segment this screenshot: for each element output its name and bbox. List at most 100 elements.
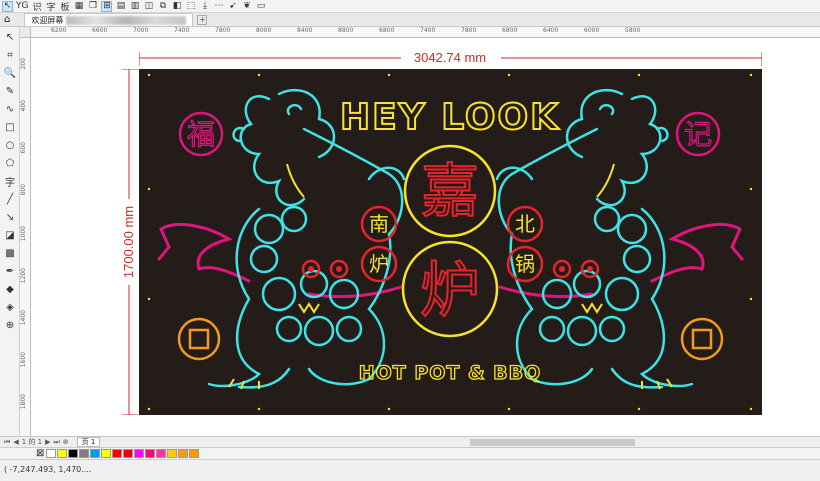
- frame-icon[interactable]: ⬚: [185, 1, 196, 12]
- cursor-coordinates: ( -7,247.493, 1,470....: [4, 465, 92, 474]
- right-bottom-char: 锅: [515, 252, 535, 276]
- center-top-char: 嘉: [421, 157, 479, 225]
- ruler-tick-label: 1600: [20, 352, 27, 368]
- page-navigation-bar: ⏮ ◀ 1 的 1 ▶ ⏭ ⊕ 页 1: [0, 436, 820, 447]
- add-page-button[interactable]: ⊕: [63, 438, 69, 446]
- right-lion-eyes: [552, 259, 600, 279]
- color-swatch[interactable]: [101, 449, 112, 458]
- color-swatch[interactable]: [178, 449, 189, 458]
- copy-icon[interactable]: ❐: [87, 1, 98, 12]
- text-char-1[interactable]: 识: [31, 1, 42, 13]
- next-page-button[interactable]: ▶: [45, 438, 50, 446]
- dots-icon[interactable]: ⋯: [213, 1, 224, 12]
- align-icon[interactable]: ▤: [115, 1, 126, 12]
- export-icon[interactable]: ⤓: [199, 1, 210, 12]
- text-char-3[interactable]: 板: [59, 1, 70, 13]
- right-seal: 记: [675, 111, 721, 157]
- horizontal-ruler[interactable]: 6200 6600 7000 7400 7800 8000 8400 8800 6800 7400…: [31, 27, 820, 38]
- polygon-tool-icon[interactable]: ⬠: [1, 155, 19, 171]
- fill-tool-icon[interactable]: ◆: [1, 281, 19, 297]
- color-swatch[interactable]: [145, 449, 156, 458]
- group-icon[interactable]: ◫: [143, 1, 154, 12]
- text-tool-icon[interactable]: 字: [1, 173, 19, 189]
- pick-tool-button[interactable]: ↖: [2, 0, 13, 12]
- center-bottom-char: 炉: [420, 256, 480, 326]
- ruler-tick-label: 1000: [20, 226, 27, 242]
- ruler-tick-label: 6800: [502, 27, 518, 34]
- ruler-tick-label: 7000: [133, 27, 149, 34]
- height-dimension[interactable]: 1700.00 mm: [118, 69, 138, 415]
- last-page-button[interactable]: ⏭: [53, 438, 59, 447]
- connector-tool-icon[interactable]: ↘: [1, 209, 19, 225]
- color-swatch[interactable]: [123, 449, 134, 458]
- ruler-tick-label: 8400: [297, 27, 313, 34]
- ruler-tick-label: 800: [20, 184, 27, 196]
- left-bottom-char: 炉: [369, 252, 389, 276]
- neon-sign-artwork[interactable]: 福 记 HEY LOOK 嘉 炉 南 炉 北 锅 HOT POT & BBQ: [139, 69, 762, 415]
- smart-fill-tool-icon[interactable]: ◈: [1, 299, 19, 315]
- color-swatch[interactable]: [156, 449, 167, 458]
- home-icon[interactable]: ⌂: [4, 14, 10, 25]
- arrow-icon[interactable]: ➹: [227, 1, 238, 12]
- color-swatch[interactable]: [90, 449, 101, 458]
- document-tab-label: 欢迎屏幕: [31, 15, 64, 25]
- ellipse-tool-icon[interactable]: ○: [1, 137, 19, 153]
- color-swatch[interactable]: [112, 449, 123, 458]
- text-char-2[interactable]: 字: [45, 1, 56, 13]
- document-tab[interactable]: 欢迎屏幕: [24, 13, 194, 26]
- add-tab-button[interactable]: +: [197, 14, 208, 25]
- zoom-tool-icon[interactable]: 🔍: [1, 65, 19, 81]
- page-navigator: ⏮ ◀ 1 的 1 ▶ ⏭ ⊕: [4, 437, 69, 447]
- ruler-tick-label: 7400: [420, 27, 436, 34]
- color-swatch[interactable]: [68, 449, 79, 458]
- left-lion-eyes: [301, 259, 349, 279]
- toolbox: ↖ ⌗ 🔍 ✎ ∿ □ ○ ⬠ 字 ╱ ↘ ◪ ▩ ✒ ◆ ◈ ⊕: [0, 27, 20, 447]
- curve-tool-icon[interactable]: ∿: [1, 101, 19, 117]
- artboard[interactable]: 福 记 HEY LOOK 嘉 炉 南 炉 北 锅 HOT POT & BBQ: [139, 69, 762, 415]
- rectangle-tool-icon[interactable]: □: [1, 119, 19, 135]
- weld-icon[interactable]: ⧉: [157, 1, 168, 12]
- shadow-tool-icon[interactable]: ◪: [1, 227, 19, 243]
- color-swatch[interactable]: [189, 449, 200, 458]
- horizontal-scrollbar[interactable]: [470, 439, 635, 446]
- crop-tool-icon[interactable]: ⌗: [1, 47, 19, 63]
- color-swatch[interactable]: [79, 449, 90, 458]
- transparency-tool-icon[interactable]: ▩: [1, 245, 19, 261]
- color-swatch[interactable]: [57, 449, 68, 458]
- color-swatch[interactable]: [46, 449, 57, 458]
- top-toolbar: ↖ YG 识字板 ▦ ❐ ⊞ ▤ ▥ ◫ ⧉ ◧ ⬚ ⤓ ⋯ ➹ ❦ ▭: [0, 0, 820, 13]
- ruler-tick-label: 1800: [20, 394, 27, 410]
- leaf-icon[interactable]: ❦: [241, 1, 252, 12]
- snap-icon[interactable]: ⊞: [101, 0, 113, 12]
- prev-page-button[interactable]: ◀: [13, 438, 18, 446]
- ruler-tick-label: 7800: [461, 27, 477, 34]
- pick-tool-icon[interactable]: ↖: [1, 29, 19, 45]
- right-seal-char: 记: [684, 118, 712, 151]
- line-tool-icon[interactable]: ╱: [1, 191, 19, 207]
- add-tool-icon[interactable]: ⊕: [1, 317, 19, 333]
- width-dimension[interactable]: 3042.74 mm: [139, 48, 762, 66]
- ruler-icon[interactable]: ▭: [255, 1, 266, 12]
- eyedropper-tool-icon[interactable]: ✒: [1, 263, 19, 279]
- node-tool-button[interactable]: YG: [16, 1, 28, 12]
- ruler-corner[interactable]: [20, 27, 31, 38]
- first-page-button[interactable]: ⏮: [4, 438, 10, 447]
- ruler-tick-label: 1200: [20, 268, 27, 284]
- no-color-swatch[interactable]: ⊠: [36, 448, 44, 459]
- ruler-tick-label: 6200: [51, 27, 67, 34]
- arrange-icon[interactable]: ▥: [129, 1, 140, 12]
- grid-icon[interactable]: ▦: [73, 1, 84, 12]
- blurred-tab-title: [66, 15, 187, 25]
- color-swatch[interactable]: [167, 449, 178, 458]
- color-swatch[interactable]: [134, 449, 145, 458]
- page-count: 1 的 1: [21, 438, 43, 446]
- trim-icon[interactable]: ◧: [171, 1, 182, 12]
- ruler-tick-label: 6800: [379, 27, 395, 34]
- vertical-ruler[interactable]: 200 400 600 800 1000 1200 1400 1600 1800: [20, 38, 31, 436]
- ruler-tick-label: 6600: [92, 27, 108, 34]
- freehand-tool-icon[interactable]: ✎: [1, 83, 19, 99]
- right-top-char: 北: [515, 212, 535, 236]
- ruler-tick-label: 600: [20, 142, 27, 154]
- page-tab[interactable]: 页 1: [76, 437, 101, 447]
- ruler-tick-label: 6400: [543, 27, 559, 34]
